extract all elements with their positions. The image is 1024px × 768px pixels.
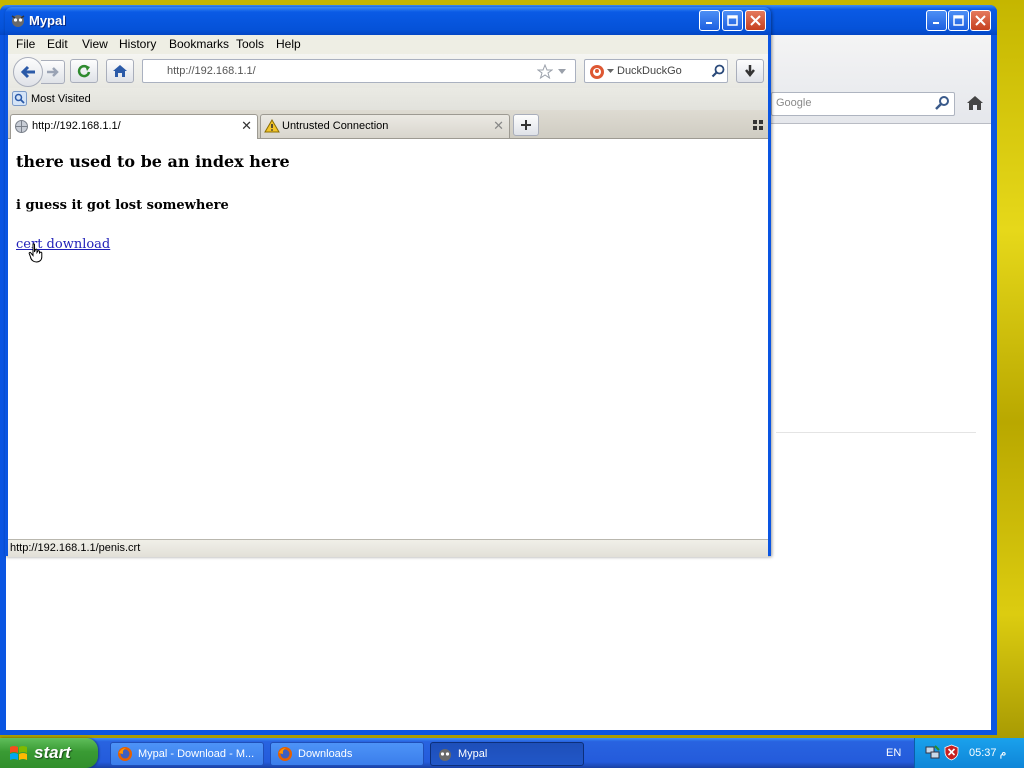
tab-list-icon[interactable] [753,120,763,130]
navigation-toolbar: http://192.168.1.1/ DuckDuckGo [8,54,768,88]
home-icon [113,65,127,77]
window-titlebar[interactable]: Mypal [5,7,771,35]
start-button[interactable]: start [0,738,98,768]
close-button[interactable] [745,10,766,31]
start-label: start [34,743,71,762]
tab-label: Untrusted Connection [282,120,389,132]
mypal-browser-window[interactable]: Mypal File Edit View History Bookmarks T… [5,7,771,557]
windows-logo-icon [10,746,27,760]
page-heading: there used to be an index here [16,152,290,171]
minimize-icon [933,22,939,24]
maximize-icon [727,15,738,26]
dropdown-arrow-icon[interactable] [607,69,614,74]
firefox-icon [278,747,292,761]
bg-search-input[interactable]: Google [771,92,955,116]
menu-edit[interactable]: Edit [47,37,68,51]
search-icon[interactable] [711,64,725,78]
maximize-button[interactable] [722,10,743,31]
taskbar-item-label: Mypal [458,748,488,760]
bookmarks-toolbar: Most Visited [8,88,768,110]
tab-label: http://192.168.1.1/ [32,120,121,132]
menu-history[interactable]: History [119,37,156,51]
tab-close-button[interactable]: ✕ [493,118,504,134]
home-button[interactable] [106,59,134,83]
page-content: there used to be an index here i guess i… [8,139,768,539]
taskbar: start Mypal - Download - M... Downloads … [0,738,1024,768]
duckduckgo-icon[interactable] [589,64,605,80]
taskbar-item-label: Downloads [298,748,353,760]
bg-close-button[interactable] [970,10,991,31]
firefox-icon [118,747,132,761]
plus-icon [521,120,531,130]
language-indicator[interactable]: EN [886,747,901,759]
dropdown-arrow-icon[interactable] [557,68,567,76]
window-client-area: File Edit View History Bookmarks Tools H… [8,35,768,557]
downloads-button[interactable] [736,59,764,83]
taskbar-item-mypal[interactable]: Mypal [430,742,584,766]
page-subheading: i guess it got lost somewhere [16,198,229,213]
tab-close-button[interactable]: ✕ [241,118,252,134]
bg-maximize-button[interactable] [948,10,969,31]
url-text: http://192.168.1.1/ [167,65,256,77]
network-icon[interactable] [925,744,941,760]
most-visited-icon[interactable] [12,91,27,106]
search-input[interactable]: DuckDuckGo [584,59,728,83]
menu-help[interactable]: Help [276,37,301,51]
system-tray: 05:37 م [914,738,1024,768]
menu-file[interactable]: File [16,37,35,51]
arrow-left-icon [20,65,35,79]
menu-tools[interactable]: Tools [236,37,264,51]
arrow-right-icon [46,67,59,77]
tab-strip: http://192.168.1.1/ ✕ Untrusted Connecti… [8,110,768,139]
hand-cursor-icon [28,243,43,263]
taskbar-item-mypal-download[interactable]: Mypal - Download - M... [110,742,264,766]
globe-icon [15,120,28,133]
bg-minimize-button[interactable] [926,10,947,31]
close-icon [975,15,986,26]
divider [776,432,976,433]
search-icon[interactable] [934,95,950,111]
status-url: http://192.168.1.1/penis.crt [10,542,141,554]
tab-untrusted-connection[interactable]: Untrusted Connection ✕ [260,114,510,138]
maximize-icon [953,15,964,26]
bg-search-placeholder: Google [776,97,812,109]
minimize-icon [706,22,712,24]
mypal-icon [439,749,451,761]
download-arrow-icon [745,65,755,78]
mypal-icon [11,15,25,27]
new-tab-button[interactable] [513,114,539,136]
minimize-button[interactable] [699,10,720,31]
tab-current[interactable]: http://192.168.1.1/ ✕ [10,114,258,139]
taskbar-item-label: Mypal - Download - M... [138,748,255,760]
url-input[interactable]: http://192.168.1.1/ [142,59,576,83]
home-icon[interactable] [966,95,984,111]
star-bookmark-icon[interactable] [537,64,553,79]
menu-view[interactable]: View [82,37,108,51]
bookmark-most-visited[interactable]: Most Visited [31,93,91,105]
menu-bar: File Edit View History Bookmarks Tools H… [8,35,768,54]
reload-button[interactable] [70,59,98,83]
close-icon [750,15,761,26]
security-shield-icon[interactable] [944,744,959,761]
taskbar-item-downloads[interactable]: Downloads [270,742,424,766]
clock: 05:37 م [969,747,1007,759]
status-bar: http://192.168.1.1/penis.crt [8,539,768,557]
menu-bookmarks[interactable]: Bookmarks [169,37,229,51]
window-title: Mypal [29,13,66,28]
back-button[interactable] [13,57,43,87]
reload-icon [77,64,91,78]
warning-icon [264,119,280,133]
forward-button[interactable] [41,60,65,84]
search-engine-placeholder: DuckDuckGo [617,65,682,77]
